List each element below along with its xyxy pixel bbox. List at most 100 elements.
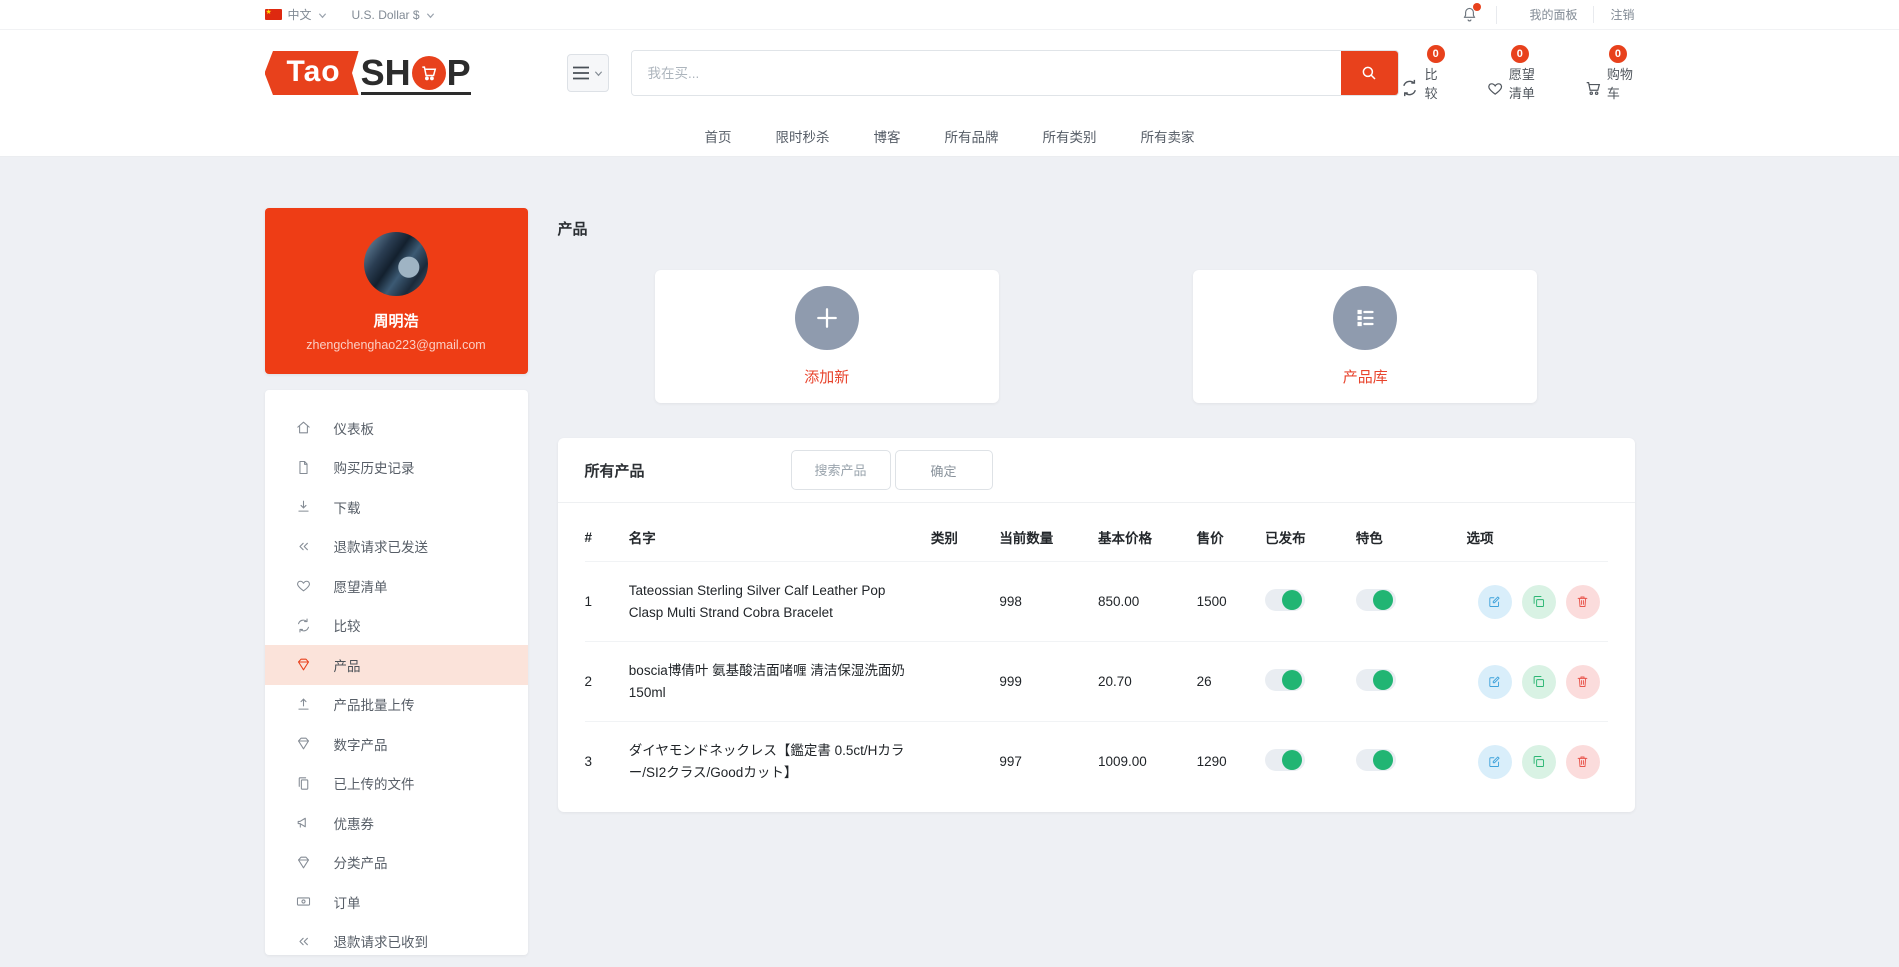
nav-link-all-sellers[interactable]: 所有卖家 [1141, 126, 1195, 146]
search-input[interactable] [632, 51, 1341, 95]
product-search-input[interactable] [791, 450, 891, 490]
cart-label: 购物车 [1607, 64, 1635, 102]
sidebar-item-product-bulk-upload[interactable]: 产品批量上传 [265, 685, 528, 725]
sidebar-item-label: 愿望清单 [334, 576, 388, 596]
sidebar-item-label: 购买历史记录 [334, 457, 415, 477]
sidebar-item-label: 产品 [334, 655, 361, 675]
search-icon [1360, 64, 1378, 82]
avatar [364, 232, 428, 296]
sidebar-item-refund-requests-sent[interactable]: 退款请求已发送 [265, 527, 528, 567]
language-selector[interactable]: 中文 [265, 6, 326, 23]
edit-button[interactable] [1478, 745, 1512, 779]
nav-link-blog[interactable]: 博客 [874, 126, 901, 146]
copy-button[interactable] [1522, 585, 1556, 619]
cart-count-badge: 0 [1609, 45, 1627, 63]
trash-icon [1575, 674, 1590, 689]
sidebar-item-compare[interactable]: 比较 [265, 606, 528, 646]
search-button[interactable] [1341, 51, 1398, 95]
product-library-card[interactable]: 产品库 [1193, 270, 1537, 403]
toggle-knob [1373, 670, 1393, 690]
my-panel-link[interactable]: 我的面板 [1513, 6, 1594, 23]
sidebar-item-label: 退款请求已发送 [334, 536, 429, 556]
nav-link-flash-deals[interactable]: 限时秒杀 [776, 126, 830, 146]
logout-link[interactable]: 注销 [1594, 6, 1634, 23]
sidebar-item-label: 产品批量上传 [334, 694, 415, 714]
nav-link-home[interactable]: 首页 [705, 126, 732, 146]
nav-link-all-brands[interactable]: 所有品牌 [945, 126, 999, 146]
base-price: 850.00 [1098, 562, 1197, 642]
heart-icon [295, 577, 312, 594]
product-category [931, 642, 999, 722]
featured-toggle[interactable] [1356, 749, 1396, 771]
edit-button[interactable] [1478, 585, 1512, 619]
logo-p: P [447, 55, 471, 91]
sidebar-item-coupons[interactable]: 优惠券 [265, 803, 528, 843]
sidebar-item-downloads[interactable]: 下载 [265, 487, 528, 527]
language-label: 中文 [288, 6, 312, 23]
sidebar-item-refund-requests-received[interactable]: 退款请求已收到 [265, 922, 528, 956]
column-header-6: 已发布 [1265, 509, 1356, 562]
row-number: 3 [585, 722, 629, 802]
sidebar-item-label: 退款请求已收到 [334, 931, 429, 951]
page-title: 产品 [558, 218, 1635, 239]
copy-button[interactable] [1522, 665, 1556, 699]
current-quantity: 998 [999, 562, 1098, 642]
delete-button[interactable] [1566, 745, 1600, 779]
copy-button[interactable] [1522, 745, 1556, 779]
add-new-card[interactable]: 添加新 [655, 270, 999, 403]
nav-link-all-categories[interactable]: 所有类别 [1043, 126, 1097, 146]
sidebar-item-label: 优惠券 [334, 813, 375, 833]
table-row: 3 ダイヤモンドネックレス【鑑定書 0.5ct/Hカラー/SI2クラス/Good… [585, 722, 1608, 802]
sidebar-item-digital-products[interactable]: 数字产品 [265, 724, 528, 764]
column-header-1: 名字 [629, 509, 931, 562]
toggle-knob [1282, 670, 1302, 690]
sidebar-item-classified-products[interactable]: 分类产品 [265, 843, 528, 883]
cart-icon [1584, 76, 1602, 100]
header: Tao SH P 0 比较 [0, 30, 1899, 116]
published-toggle[interactable] [1265, 749, 1305, 771]
delete-button[interactable] [1566, 665, 1600, 699]
sidebar-item-dashboard[interactable]: 仪表板 [265, 408, 528, 448]
site-logo[interactable]: Tao SH P [265, 51, 471, 95]
trash-icon [1575, 594, 1590, 609]
featured-toggle[interactable] [1356, 669, 1396, 691]
confirm-button[interactable]: 确定 [895, 450, 993, 490]
cart-button[interactable]: 0 购物车 [1584, 45, 1635, 102]
download-icon [295, 498, 312, 515]
column-header-0: # [585, 509, 629, 562]
table-row: 2 boscia博倩叶 氨基酸洁面啫喱 清洁保湿洗面奶 150ml 999 20… [585, 642, 1608, 722]
categories-menu-button[interactable] [567, 54, 609, 92]
sidebar-item-orders[interactable]: 订单 [265, 882, 528, 922]
compare-button[interactable]: 0 比较 [1399, 45, 1448, 102]
sidebar: 周明浩 zhengchenghao223@gmail.com 仪表板购买历史记录… [265, 208, 528, 955]
sidebar-item-label: 比较 [334, 615, 361, 635]
delete-button[interactable] [1566, 585, 1600, 619]
megaphone-icon [295, 814, 312, 831]
product-name: Tateossian Sterling Silver Calf Leather … [629, 562, 931, 642]
toggle-knob [1282, 590, 1302, 610]
wishlist-label: 愿望清单 [1509, 64, 1546, 102]
sidebar-item-products[interactable]: 产品 [265, 645, 528, 685]
logo-sh: SH [361, 55, 411, 91]
toggle-knob [1373, 590, 1393, 610]
copy-icon [1531, 754, 1546, 769]
column-header-4: 基本价格 [1098, 509, 1197, 562]
published-toggle[interactable] [1265, 589, 1305, 611]
edit-button[interactable] [1478, 665, 1512, 699]
compare-sync-icon [1399, 76, 1420, 100]
published-toggle[interactable] [1265, 669, 1305, 691]
currency-selector[interactable]: U.S. Dollar $ [352, 8, 434, 22]
search-bar [631, 50, 1399, 96]
currency-label: U.S. Dollar $ [352, 8, 420, 22]
plus-icon [812, 303, 842, 333]
product-library-label: 产品库 [1343, 366, 1388, 387]
sidebar-item-purchase-history[interactable]: 购买历史记录 [265, 448, 528, 488]
column-header-8: 选项 [1466, 509, 1607, 562]
sidebar-item-uploaded-files[interactable]: 已上传的文件 [265, 764, 528, 804]
cash-icon [295, 893, 312, 910]
wishlist-button[interactable]: 0 愿望清单 [1486, 45, 1546, 102]
sidebar-menu: 仪表板购买历史记录下载退款请求已发送愿望清单比较产品产品批量上传数字产品已上传的… [265, 390, 528, 955]
notifications-bell[interactable] [1461, 6, 1497, 24]
featured-toggle[interactable] [1356, 589, 1396, 611]
sidebar-item-wishlist[interactable]: 愿望清单 [265, 566, 528, 606]
